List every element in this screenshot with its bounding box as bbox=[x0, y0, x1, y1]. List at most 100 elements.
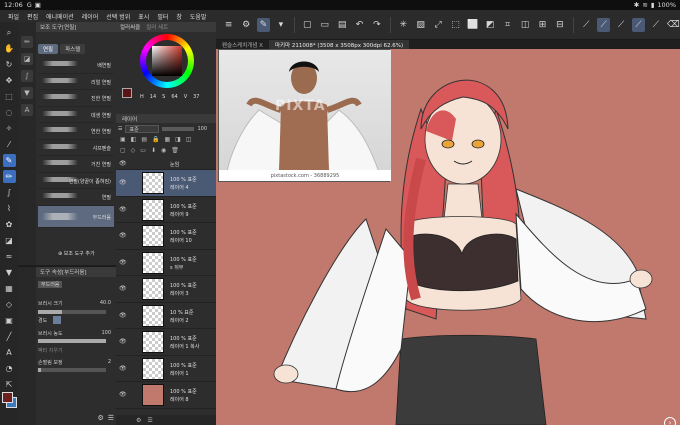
menu-item-file[interactable]: 파일 bbox=[8, 12, 19, 21]
pressure-curve-icon[interactable]: ⟋ bbox=[596, 17, 611, 32]
pen-pressure-icon[interactable]: ✎ bbox=[256, 17, 271, 32]
decoration-icon[interactable]: ✿ bbox=[3, 218, 16, 231]
layer-row[interactable]: 👁 100 % 표준 레이어 1 bbox=[116, 356, 216, 382]
eye-icon[interactable]: 👁 bbox=[119, 285, 127, 292]
stabilization-slider[interactable] bbox=[38, 368, 106, 372]
erase-icon[interactable]: ⌫ bbox=[667, 18, 680, 32]
layer-row-active[interactable]: 👁 100 % 표준 레이어 4 bbox=[116, 170, 216, 197]
airbrush-icon[interactable]: ⌇ bbox=[3, 202, 16, 215]
correct-line-icon[interactable]: ⇱ bbox=[3, 378, 16, 391]
add-subtool-button[interactable]: ⊕ 보조 도구 추가 bbox=[58, 250, 95, 257]
text-group-icon[interactable]: A bbox=[21, 104, 33, 116]
pencil-icon[interactable]: ✏ bbox=[2, 170, 16, 183]
new-vector-layer-icon[interactable]: ◇ bbox=[131, 147, 136, 157]
undo-icon[interactable]: ↶ bbox=[353, 18, 366, 32]
gear-icon[interactable]: ⚙ bbox=[239, 18, 252, 32]
eye-icon[interactable]: 👁 bbox=[119, 365, 127, 372]
layer-menu-icon[interactable]: ☰ bbox=[118, 126, 122, 132]
brush-item[interactable]: 샤프펜슬 bbox=[38, 140, 114, 156]
layer-mask-icon[interactable]: ◉ bbox=[161, 147, 166, 157]
snap-icon[interactable]: ◫ bbox=[518, 18, 531, 32]
foreground-color-swatch[interactable] bbox=[2, 392, 13, 403]
select-icon[interactable]: ⬚ bbox=[3, 90, 16, 103]
menu-item-view[interactable]: 표시 bbox=[138, 12, 149, 21]
reference-window[interactable]: PIXTA pixtastock.com - 36889295 bbox=[218, 49, 391, 182]
tab-pencil[interactable]: 연필 bbox=[38, 44, 59, 54]
magic-wand-icon[interactable]: ✧ bbox=[3, 122, 16, 135]
deselect-icon[interactable]: ⬜ bbox=[466, 18, 479, 32]
tab-document-active[interactable]: 마키마 211008* (3508 x 3508px 300dpi 62.6%) bbox=[268, 40, 410, 49]
eraser-icon[interactable]: ◪ bbox=[3, 234, 16, 247]
crop-icon[interactable]: ⌗ bbox=[501, 18, 514, 32]
move-icon[interactable]: ✥ bbox=[3, 74, 16, 87]
eye-icon[interactable]: 👁 bbox=[119, 338, 127, 345]
layer-row[interactable]: 👁 10 % 표준 레이어 2 bbox=[116, 303, 216, 329]
brush-size-slider[interactable] bbox=[38, 310, 106, 314]
stabilization-row[interactable]: 손떨림 보정 2 bbox=[38, 357, 114, 367]
saturation-value-square[interactable] bbox=[152, 46, 182, 76]
density-value[interactable]: 100 bbox=[101, 330, 111, 336]
brush-group-icon[interactable]: ∫ bbox=[21, 70, 33, 82]
tab-document[interactable]: 펜슬스케치개념 X bbox=[216, 40, 269, 49]
lasso-icon[interactable]: ◌ bbox=[3, 106, 16, 119]
menu-item-window[interactable]: 창 bbox=[176, 12, 182, 21]
redo-icon[interactable]: ↷ bbox=[370, 18, 383, 32]
brush-item-active[interactable]: 부드러움 bbox=[38, 205, 114, 228]
hardness-row[interactable]: 경도 bbox=[38, 315, 114, 325]
select-all-icon[interactable]: ⬚ bbox=[449, 18, 462, 32]
vector-erase-row[interactable]: 벡터 지우기 bbox=[38, 345, 114, 355]
brush-item[interactable]: 연필 bbox=[38, 189, 114, 206]
menu-item-help[interactable]: 도움말 bbox=[190, 12, 207, 21]
ruler-icon[interactable]: ⊟ bbox=[553, 18, 566, 32]
layer-row[interactable]: 👁 100 % 표준 레이어 10 bbox=[116, 223, 216, 250]
eraser-group-icon[interactable]: ◪ bbox=[21, 53, 33, 65]
density-row[interactable]: 브러시 농도 100 bbox=[38, 328, 114, 338]
fill-icon[interactable]: ▼ bbox=[3, 266, 16, 279]
eye-icon[interactable]: 👁 bbox=[119, 179, 127, 186]
brush-item[interactable]: 진한 연필 bbox=[38, 90, 114, 107]
eye-icon[interactable]: 👁 bbox=[119, 206, 127, 213]
smoothing-icon[interactable]: ⟋ bbox=[614, 18, 627, 32]
more-icon[interactable]: ☰ bbox=[108, 414, 114, 422]
frame-icon[interactable]: ▣ bbox=[3, 314, 16, 327]
merge-icon[interactable]: ⬇ bbox=[151, 147, 156, 157]
clear-icon[interactable]: ✳ bbox=[397, 18, 410, 32]
eyedropper-icon[interactable]: ⁄ bbox=[3, 138, 16, 151]
ruler-icon[interactable]: ◫ bbox=[186, 136, 192, 146]
menu-item-edit[interactable]: 편집 bbox=[27, 12, 38, 21]
mask-icon[interactable]: ◨ bbox=[175, 136, 181, 146]
fill-group-icon[interactable]: ▼ bbox=[21, 87, 33, 99]
brush-size-value[interactable]: 40.0 bbox=[100, 300, 111, 306]
brush-item[interactable]: 배연필 bbox=[38, 57, 114, 74]
opacity-slider[interactable] bbox=[162, 127, 195, 131]
layer-row[interactable]: 👁 100 % 표준 레이어 3 bbox=[116, 276, 216, 303]
hue-ring[interactable] bbox=[140, 34, 194, 88]
save-icon[interactable]: ▤ bbox=[335, 18, 348, 32]
tab-color-wheel[interactable]: 컬러써클 bbox=[120, 23, 140, 31]
hand-icon[interactable]: ✋ bbox=[3, 42, 16, 55]
value-value[interactable]: 37 bbox=[193, 94, 199, 100]
brush-item[interactable]: 데생 연필 bbox=[38, 107, 114, 123]
tab-color-set[interactable]: 컬러 세트 bbox=[146, 23, 168, 31]
stabilization-value[interactable]: 2 bbox=[108, 359, 111, 365]
draft-icon[interactable]: ▤ bbox=[141, 136, 147, 146]
gradient-icon[interactable]: ▦ bbox=[3, 282, 16, 295]
layer-row[interactable]: 👁 눈임 bbox=[116, 158, 216, 170]
tab-pastel[interactable]: 파스텔 bbox=[60, 44, 86, 54]
stabilize-icon[interactable]: ⟋ bbox=[580, 18, 593, 32]
eye-icon[interactable]: 👁 bbox=[119, 312, 127, 319]
pen-icon[interactable]: ✎ bbox=[2, 154, 16, 167]
opacity-value[interactable]: 100 bbox=[197, 126, 207, 132]
menu-item-selection[interactable]: 선택 범위 bbox=[106, 12, 130, 21]
menu-item-animation[interactable]: 애니메이션 bbox=[46, 12, 74, 21]
list-icon[interactable]: ☰ bbox=[147, 417, 152, 424]
density-slider[interactable] bbox=[38, 339, 106, 343]
reference-icon[interactable]: ◧ bbox=[131, 136, 137, 146]
saturation-value[interactable]: 64 bbox=[171, 94, 177, 100]
fill-icon[interactable]: ▨ bbox=[414, 18, 427, 32]
brush-size-row[interactable]: 브러시 크기 40.0 bbox=[38, 298, 114, 308]
eye-icon[interactable]: 👁 bbox=[119, 160, 127, 167]
lock-alpha-icon[interactable]: ▦ bbox=[165, 136, 171, 146]
brush-settings-icon[interactable]: ⟋ bbox=[649, 18, 662, 32]
wrench-icon[interactable]: ⚙ bbox=[97, 414, 103, 422]
